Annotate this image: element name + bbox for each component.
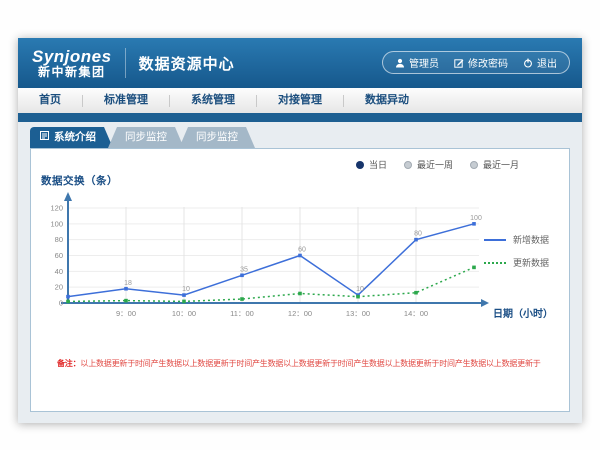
form-icon [40,127,49,148]
svg-text:12：00: 12：00 [288,309,312,318]
radio-unselected-icon [404,161,412,169]
radio-today[interactable]: 当日 [356,158,387,171]
main-nav: 首页 标准管理 系统管理 对接管理 数据异动 [18,88,582,113]
app-window: Synjones 新中新集团 数据资源中心 管理员 修改密码 [18,38,582,423]
nav-item-standard-mgmt[interactable]: 标准管理 [83,88,169,113]
solid-line-swatch [484,239,506,241]
svg-text:13：00: 13：00 [346,309,370,318]
nav-accent-band [18,113,582,122]
logo: Synjones 新中新集团 [32,48,112,78]
header-divider [125,48,126,78]
svg-text:100: 100 [50,219,63,228]
header: Synjones 新中新集团 数据资源中心 管理员 修改密码 [18,38,582,88]
footnote: 备注：以上数据更新于时间产生数据以上数据更新于时间产生数据以上数据更新于时间产生… [57,358,557,369]
tab-sync-monitor-2[interactable]: 同步监控 [179,127,255,148]
svg-text:60: 60 [55,251,63,260]
date-range-filter: 当日 最近一周 最近一月 [356,158,519,171]
chart-panel: 当日 最近一周 最近一月 数据交换（条） 0 20 40 60 80 100 120 9：00… [30,148,570,412]
tab-system-intro[interactable]: 系统介绍 [30,127,113,148]
tab-bar: 系统介绍 同步监控 同步监控 [30,127,255,148]
svg-text:0: 0 [59,299,63,308]
change-password-button[interactable]: 修改密码 [454,55,508,70]
logo-name: Synjones [32,48,112,66]
nav-item-home[interactable]: 首页 [18,88,82,113]
radio-last-month[interactable]: 最近一月 [470,158,519,171]
svg-text:120: 120 [50,204,63,213]
edit-icon [454,58,464,68]
svg-text:9：00: 9：00 [116,309,136,318]
svg-text:100: 100 [470,215,482,222]
svg-text:10：00: 10：00 [172,309,196,318]
svg-text:80: 80 [414,231,422,238]
svg-text:20: 20 [55,283,63,292]
radio-selected-icon [356,161,364,169]
svg-text:14：00: 14：00 [404,309,428,318]
svg-text:10: 10 [182,286,190,293]
nav-item-data-change[interactable]: 数据异动 [344,88,430,113]
admin-user-button[interactable]: 管理员 [395,55,439,70]
svg-text:80: 80 [55,235,63,244]
svg-text:日期（小时）: 日期（小时） [493,307,553,320]
y-axis-title: 数据交换（条） [41,173,118,188]
radio-unselected-icon [470,161,478,169]
footnote-text: 以上数据更新于时间产生数据以上数据更新于时间产生数据以上数据更新于时间产生数据以… [80,359,540,368]
nav-item-system-mgmt[interactable]: 系统管理 [170,88,256,113]
footnote-label: 备注： [57,359,80,368]
tab-sync-monitor-1[interactable]: 同步监控 [108,127,184,148]
user-icon [395,58,405,68]
dotted-line-swatch [484,262,506,264]
radio-last-week[interactable]: 最近一周 [404,158,453,171]
power-icon [523,58,533,68]
svg-text:11：00: 11：00 [230,309,254,318]
logo-company-name: 新中新集团 [32,66,112,79]
content-area: 系统介绍 同步监控 同步监控 当日 最近一周 [18,122,582,423]
legend-item-update-data: 更新数据 [484,256,549,269]
svg-text:60: 60 [298,247,306,254]
nav-item-interface-mgmt[interactable]: 对接管理 [257,88,343,113]
legend-item-new-data: 新增数据 [484,233,549,246]
svg-text:10: 10 [356,286,364,293]
logout-button[interactable]: 退出 [523,55,557,70]
chart-legend: 新增数据 更新数据 [484,233,549,269]
page: Synjones 新中新集团 数据资源中心 管理员 修改密码 [0,0,600,450]
svg-text:35: 35 [240,266,248,273]
page-title: 数据资源中心 [139,53,235,74]
user-toolbar: 管理员 修改密码 退出 [382,51,570,74]
svg-text:18: 18 [124,280,132,287]
svg-text:40: 40 [55,267,63,276]
